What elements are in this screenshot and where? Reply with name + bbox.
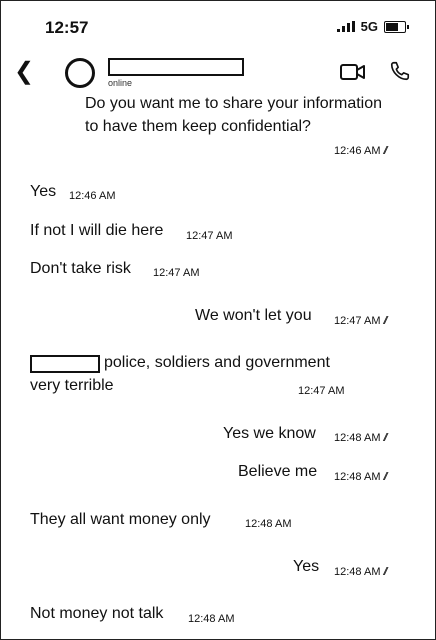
read-receipt-icon: // [383, 471, 387, 483]
message-received: They all want money only [30, 511, 211, 528]
message-timestamp: 12:48 AM [188, 613, 235, 625]
message-received: police, soldiers and government [104, 354, 330, 371]
message-timestamp: 12:46 AM// [334, 145, 388, 157]
message-timestamp: 12:47 AM [186, 230, 233, 242]
message-received: Not money not talk [30, 605, 164, 622]
redacted-text [30, 355, 100, 373]
message-timestamp: 12:47 AM// [334, 315, 388, 327]
read-receipt-icon: // [383, 145, 387, 157]
message-sent: Believe me [238, 463, 318, 480]
message-timestamp: 12:47 AM [153, 267, 200, 279]
message-timestamp: 12:46 AM [69, 190, 116, 202]
read-receipt-icon: // [383, 315, 387, 327]
message-list[interactable]: Do you want me to share your information… [0, 0, 436, 640]
message-sent: Do you want me to share your information [85, 95, 383, 112]
message-timestamp: 12:48 AM [245, 518, 292, 530]
message-sent: Yes [293, 558, 320, 575]
read-receipt-icon: // [383, 566, 387, 578]
message-timestamp: 12:48 AM// [334, 566, 388, 578]
message-sent: We won't let you [195, 307, 312, 324]
read-receipt-icon: // [383, 432, 387, 444]
message-sent: Yes we know [223, 425, 316, 442]
message-timestamp: 12:48 AM// [334, 471, 388, 483]
message-timestamp: 12:47 AM [298, 385, 345, 397]
message-received: Yes [30, 183, 57, 200]
message-received: Don't take risk [30, 260, 131, 277]
message-timestamp: 12:48 AM// [334, 432, 388, 444]
message-received: If not I will die here [30, 222, 164, 239]
message-received-line: very terrible [30, 377, 114, 394]
message-sent-line: to have them keep confidential? [85, 118, 311, 135]
